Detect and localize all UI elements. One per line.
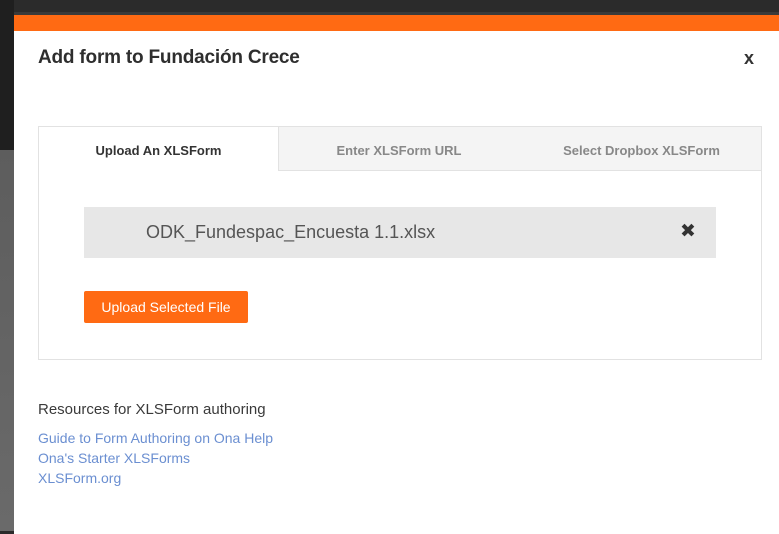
link-guide-form-authoring[interactable]: Guide to Form Authoring on Ona Help bbox=[38, 430, 273, 446]
tabs-strip: Upload An XLSForm Enter XLSForm URL Sele… bbox=[39, 127, 761, 171]
tab-enter-xlsform-url[interactable]: Enter XLSForm URL bbox=[299, 127, 499, 170]
page-backdrop bbox=[0, 0, 14, 531]
tab-select-dropbox-xlsform[interactable]: Select Dropbox XLSForm bbox=[539, 127, 744, 170]
close-modal-button[interactable]: x bbox=[738, 47, 760, 69]
upload-tabs-panel: Upload An XLSForm Enter XLSForm URL Sele… bbox=[38, 126, 762, 360]
add-form-modal: Add form to Fundación Crece x Upload An … bbox=[14, 12, 779, 534]
tab-upload-xlsform[interactable]: Upload An XLSForm bbox=[39, 127, 279, 171]
upload-selected-file-button[interactable]: Upload Selected File bbox=[84, 291, 248, 323]
link-starter-xlsforms[interactable]: Ona's Starter XLSForms bbox=[38, 450, 190, 466]
selected-file-name: ODK_Fundespac_Encuesta 1.1.xlsx bbox=[146, 222, 436, 242]
link-xlsform-org[interactable]: XLSForm.org bbox=[38, 470, 121, 486]
modal-title: Add form to Fundación Crece bbox=[38, 47, 300, 68]
close-x-icon[interactable]: ✖ bbox=[678, 220, 698, 244]
resources-heading: Resources for XLSForm authoring bbox=[38, 401, 266, 418]
modal-accent-bar bbox=[14, 15, 779, 31]
selected-file-row: ODK_Fundespac_Encuesta 1.1.xlsx ✖ bbox=[84, 207, 716, 258]
